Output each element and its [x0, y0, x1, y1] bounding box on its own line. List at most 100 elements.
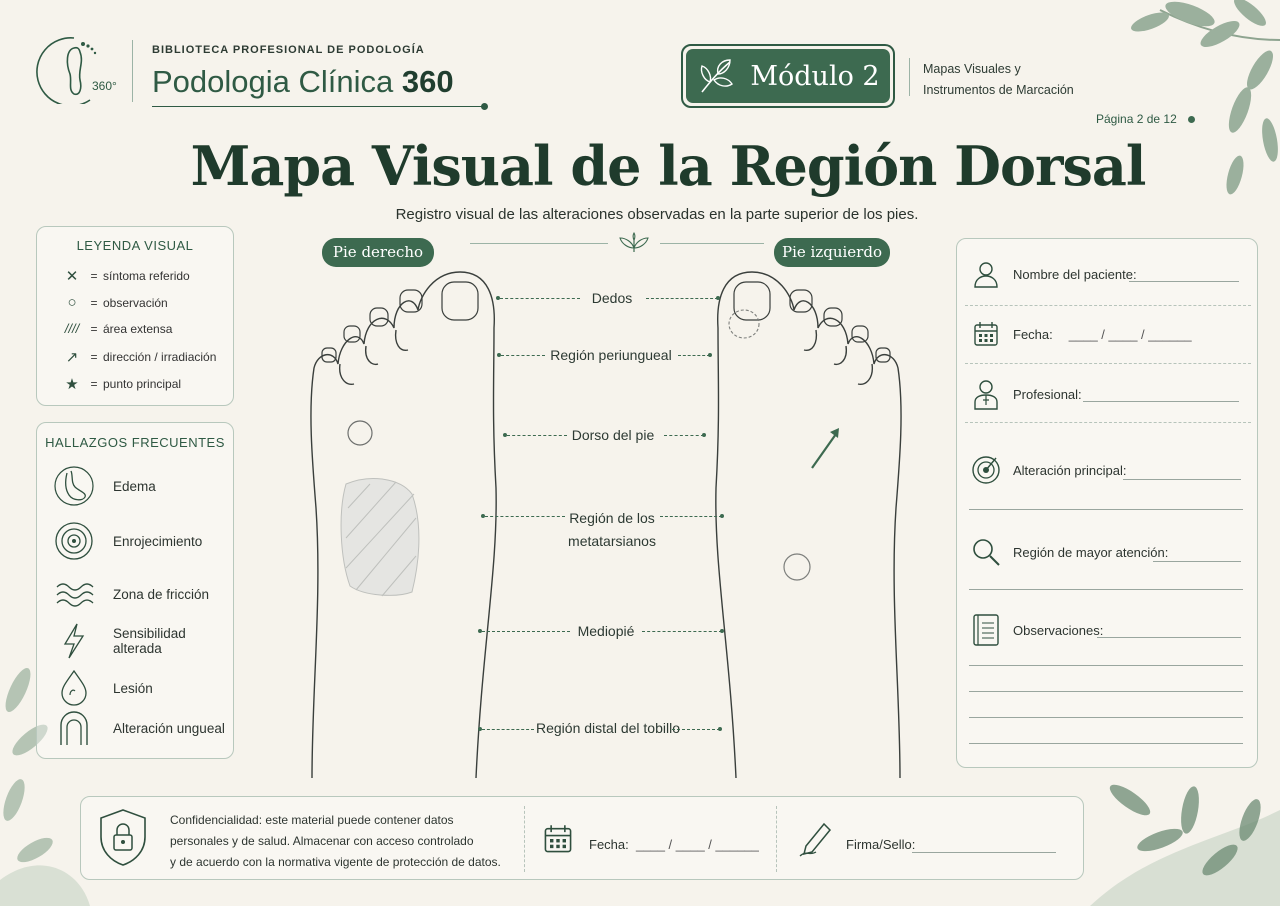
arrow-icon: ↗ [65, 349, 79, 366]
signature-field[interactable] [912, 852, 1056, 853]
circle-icon: ○ [67, 294, 77, 311]
finding-label: Alteración ungueal [113, 720, 225, 736]
waves-icon [53, 573, 95, 615]
region-label-toes: Dedos [591, 290, 633, 306]
finding-item: Lesión [53, 667, 153, 709]
finding-label: Lesión [113, 680, 153, 696]
form-row-professional: Profesional: [969, 377, 1082, 411]
finding-item: Edema [53, 465, 156, 507]
x-mark-icon: ✕ [65, 268, 79, 285]
page-title: Mapa Visual de la Región Dorsal [190, 134, 1147, 198]
attention-region-field-extra[interactable] [969, 589, 1243, 590]
leader-line [642, 631, 722, 632]
observations-label: Observaciones: [1013, 622, 1104, 638]
confidentiality-line: Confidencialidad: este material puede co… [170, 813, 454, 827]
leader-dot [708, 353, 712, 357]
form-separator [965, 305, 1251, 306]
patient-name-label: Nombre del paciente: [1013, 266, 1137, 282]
legend-item: ★ = punto principal [59, 375, 181, 393]
nail-icon [53, 707, 95, 749]
legend-title: LEYENDA VISUAL [76, 238, 194, 253]
finding-label: Enrojecimiento [113, 533, 203, 549]
form-row-attention-region: Región de mayor atención: [969, 535, 1168, 569]
module-subtitle-line1: Mapas Visuales y [923, 62, 1021, 76]
observations-line[interactable] [969, 717, 1243, 718]
findings-panel: HALLAZGOS FRECUENTES Edema Enrojecimient… [36, 422, 234, 759]
extended-area-marker [340, 478, 420, 597]
user-icon [969, 257, 1003, 291]
concentric-circles-icon [53, 520, 95, 562]
sprig-icon [619, 232, 649, 252]
attention-region-field[interactable] [1153, 561, 1241, 562]
observations-line[interactable] [969, 665, 1243, 666]
signature-label: Firma/Sello: [846, 837, 916, 852]
leader-line [501, 355, 545, 356]
pen-signature-icon [799, 822, 832, 857]
edema-foot-icon [53, 465, 95, 507]
finding-label: Zona de fricción [113, 586, 210, 602]
region-label-midfoot: Mediopié [577, 623, 635, 639]
observation-marker [347, 420, 373, 446]
module-subtitle-line2: Instrumentos de Marcación [923, 83, 1074, 97]
app-title-number: 360 [401, 64, 454, 99]
form-row-date: Fecha: ____ / ____ / ______ [969, 317, 1192, 351]
patient-name-field[interactable] [1129, 281, 1239, 282]
legend-panel: LEYENDA VISUAL ✕ = síntoma referido ○ = … [36, 226, 234, 406]
module-divider [909, 58, 910, 96]
calendar-icon [544, 825, 572, 853]
region-label-metatarsals: Región de los metatarsianos [566, 507, 658, 553]
confidentiality-line: personales y de salud. Almacenar con acc… [170, 834, 474, 848]
left-foot-illustration [715, 271, 902, 779]
leaf-decoration-bottom-right [1090, 784, 1280, 906]
form-row-patient: Nombre del paciente: [969, 257, 1137, 291]
main-alteration-field[interactable] [1123, 479, 1241, 480]
calendar-icon [969, 317, 1003, 351]
professional-field[interactable] [1083, 401, 1239, 402]
leader-line [507, 435, 567, 436]
leader-line [646, 298, 718, 299]
lightning-icon [53, 620, 95, 662]
leader-dot [718, 727, 722, 731]
footer-divider [524, 806, 525, 872]
legend-label: síntoma referido [103, 269, 190, 283]
leader-line [678, 355, 710, 356]
legend-equals: = [90, 321, 98, 336]
leader-line [482, 729, 534, 730]
legend-equals: = [90, 377, 98, 391]
observations-line[interactable] [969, 743, 1243, 744]
header-divider [132, 40, 133, 102]
finding-item: Alteración ungueal [53, 707, 225, 749]
footer-date-field[interactable]: ____ / ____ / ______ [636, 837, 759, 852]
title-underline [152, 106, 486, 107]
leader-line [482, 631, 570, 632]
form-row-main-alteration: Alteración principal: [969, 453, 1126, 487]
legend-item: ✕ = síntoma referido [59, 267, 190, 285]
observations-field[interactable] [1097, 637, 1241, 638]
legend-label: observación [103, 295, 168, 310]
nail-observation-marker [728, 309, 760, 339]
professional-icon [969, 377, 1003, 411]
form-separator [965, 422, 1251, 423]
region-label-dorsum: Dorso del pie [571, 427, 655, 443]
target-icon [969, 453, 1003, 487]
confidentiality-notice: Confidencialidad: este material puede co… [170, 810, 510, 873]
patient-form-panel: Nombre del paciente: Fecha: ____ / ____ … [956, 238, 1258, 768]
attention-region-label: Región de mayor atención: [1013, 544, 1169, 560]
confidentiality-line: y de acuerdo con la normativa vigente de… [170, 855, 501, 869]
finding-label: Edema [113, 478, 156, 494]
region-label-line: Región de los [569, 510, 655, 526]
date-label: Fecha: [1013, 326, 1053, 342]
main-alteration-label: Alteración principal: [1013, 462, 1127, 478]
notebook-icon [969, 613, 1003, 647]
leader-line [672, 729, 720, 730]
main-alteration-field-extra[interactable] [969, 509, 1243, 510]
legend-item: //// = área extensa [59, 321, 173, 336]
legend-equals: = [90, 350, 98, 364]
date-field[interactable]: ____ / ____ / ______ [1069, 327, 1192, 342]
observations-line[interactable] [969, 691, 1243, 692]
leader-dot [720, 629, 724, 633]
region-label-line: metatarsianos [568, 533, 656, 549]
leader-dot [702, 433, 706, 437]
observation-marker [783, 553, 811, 581]
library-name: BIBLIOTECA PROFESIONAL DE PODOLOGÍA [152, 44, 425, 56]
